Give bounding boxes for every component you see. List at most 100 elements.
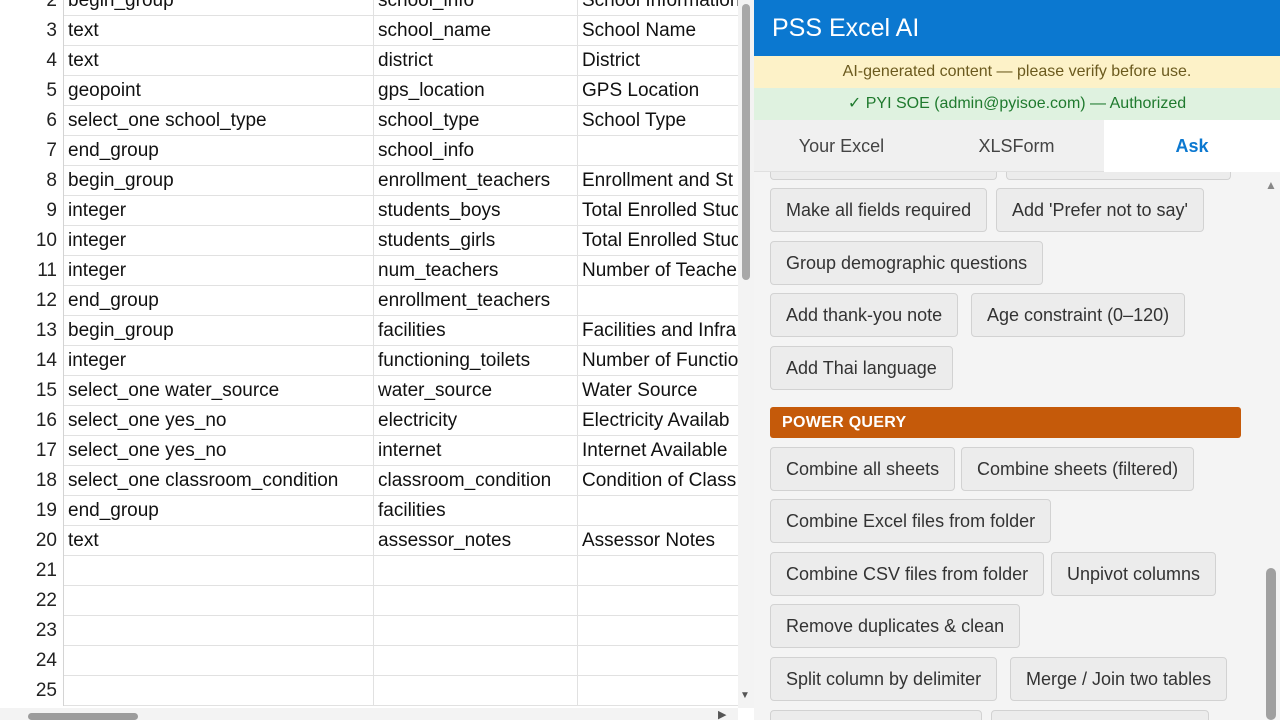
row-number[interactable]: 10 [0, 226, 64, 256]
cell-name[interactable]: assessor_notes [374, 526, 578, 556]
cell-label[interactable]: Total Enrolled Stud [578, 196, 738, 226]
cell-label[interactable] [578, 286, 738, 316]
cell-label[interactable]: Water Source [578, 376, 738, 406]
tab-xlsform[interactable]: XLSForm [929, 120, 1104, 172]
row-number[interactable]: 24 [0, 646, 64, 676]
cell-name[interactable]: enrollment_teachers [374, 286, 578, 316]
row-number[interactable]: 5 [0, 76, 64, 106]
scroll-right-arrow-icon[interactable]: ▶ [718, 708, 726, 721]
pane-scrollbar[interactable]: ▲ [1262, 172, 1280, 720]
add-thai-language-button[interactable]: Add Thai language [770, 346, 953, 390]
cell-type[interactable]: end_group [64, 286, 374, 316]
cell-name[interactable] [374, 556, 578, 586]
cell-type[interactable]: end_group [64, 136, 374, 166]
cell-label[interactable] [578, 136, 738, 166]
row-number[interactable]: 25 [0, 676, 64, 706]
row-number[interactable]: 11 [0, 256, 64, 286]
cell-name[interactable] [374, 676, 578, 706]
scroll-up-arrow-icon[interactable]: ▲ [1265, 178, 1277, 192]
row-number[interactable]: 4 [0, 46, 64, 76]
scrolled-button-left[interactable] [770, 172, 997, 180]
cell-name[interactable]: electricity [374, 406, 578, 436]
cell-label[interactable]: District [578, 46, 738, 76]
cell-type[interactable]: select_one water_source [64, 376, 374, 406]
cell-type[interactable] [64, 556, 374, 586]
cell-type[interactable]: select_one classroom_condition [64, 466, 374, 496]
cell-name[interactable]: students_girls [374, 226, 578, 256]
add-thank-you-note-button[interactable]: Add thank-you note [770, 293, 959, 337]
combine-sheets-filtered-button[interactable]: Combine sheets (filtered) [961, 447, 1195, 491]
cell-name[interactable] [374, 586, 578, 616]
cell-name[interactable]: district [374, 46, 578, 76]
cell-name[interactable]: students_boys [374, 196, 578, 226]
cell-name[interactable]: school_type [374, 106, 578, 136]
scrolled-button-right[interactable] [1006, 172, 1231, 180]
tab-ask[interactable]: Ask [1104, 120, 1280, 172]
tab-your-excel[interactable]: Your Excel [754, 120, 929, 172]
age-constraint-button[interactable]: Age constraint (0–120) [971, 293, 1186, 337]
cell-label[interactable] [578, 616, 738, 646]
row-number[interactable]: 15 [0, 376, 64, 406]
cell-type[interactable] [64, 616, 374, 646]
cell-label[interactable] [578, 586, 738, 616]
row-number[interactable]: 6 [0, 106, 64, 136]
add-prefer-not-to-say-button[interactable]: Add 'Prefer not to say' [996, 188, 1204, 232]
cell-name[interactable]: facilities [374, 496, 578, 526]
row-number[interactable]: 13 [0, 316, 64, 346]
cell-label[interactable]: School Name [578, 16, 738, 46]
cell-label[interactable]: School Type [578, 106, 738, 136]
cell-type[interactable]: text [64, 526, 374, 556]
cell-name[interactable]: internet [374, 436, 578, 466]
row-number[interactable]: 19 [0, 496, 64, 526]
row-number[interactable]: 9 [0, 196, 64, 226]
unpivot-columns-button[interactable]: Unpivot columns [1051, 552, 1217, 596]
cell-type[interactable]: integer [64, 346, 374, 376]
cell-name[interactable]: school_name [374, 16, 578, 46]
pane-scroll-thumb[interactable] [1266, 568, 1276, 720]
sheet-horizontal-scroll-thumb[interactable] [28, 713, 138, 720]
cell-label[interactable]: Number of Functio [578, 346, 738, 376]
cell-type[interactable] [64, 586, 374, 616]
row-number[interactable]: 3 [0, 16, 64, 46]
cell-type[interactable] [64, 646, 374, 676]
cell-type[interactable]: integer [64, 226, 374, 256]
cell-label[interactable] [578, 676, 738, 706]
cell-name[interactable]: num_teachers [374, 256, 578, 286]
cell-type[interactable]: begin_group [64, 0, 374, 16]
cell-name[interactable]: school_info [374, 136, 578, 166]
combine-excel-folder-button[interactable]: Combine Excel files from folder [770, 499, 1052, 543]
cell-type[interactable]: end_group [64, 496, 374, 526]
row-number[interactable]: 21 [0, 556, 64, 586]
row-number[interactable]: 17 [0, 436, 64, 466]
cell-label[interactable]: Facilities and Infra [578, 316, 738, 346]
cell-type[interactable]: begin_group [64, 316, 374, 346]
cell-label[interactable]: Assessor Notes [578, 526, 738, 556]
cell-label[interactable]: Internet Available [578, 436, 738, 466]
row-number[interactable]: 14 [0, 346, 64, 376]
next-button-right[interactable] [991, 710, 1209, 720]
row-number[interactable]: 2 [0, 0, 64, 16]
cell-label[interactable]: School Information [578, 0, 738, 16]
cell-type[interactable]: select_one school_type [64, 106, 374, 136]
row-number[interactable]: 23 [0, 616, 64, 646]
cell-label[interactable]: Number of Teache [578, 256, 738, 286]
cell-type[interactable] [64, 676, 374, 706]
cell-label[interactable] [578, 556, 738, 586]
cell-name[interactable]: enrollment_teachers [374, 166, 578, 196]
group-demographic-button[interactable]: Group demographic questions [770, 241, 1044, 285]
cell-type[interactable]: text [64, 46, 374, 76]
cell-label[interactable]: Enrollment and St [578, 166, 738, 196]
spreadsheet-grid[interactable]: 2 begin_group school_info School Informatio… [0, 0, 738, 720]
cell-label[interactable]: Electricity Availab [578, 406, 738, 436]
cell-name[interactable]: water_source [374, 376, 578, 406]
row-number[interactable]: 18 [0, 466, 64, 496]
cell-name[interactable]: classroom_condition [374, 466, 578, 496]
cell-label[interactable] [578, 496, 738, 526]
cell-type[interactable]: integer [64, 256, 374, 286]
remove-duplicates-button[interactable]: Remove duplicates & clean [770, 604, 1021, 648]
sheet-vertical-scrollbar[interactable]: ▼ [738, 0, 754, 708]
cell-name[interactable]: gps_location [374, 76, 578, 106]
cell-type[interactable]: geopoint [64, 76, 374, 106]
row-number[interactable]: 12 [0, 286, 64, 316]
cell-name[interactable]: facilities [374, 316, 578, 346]
